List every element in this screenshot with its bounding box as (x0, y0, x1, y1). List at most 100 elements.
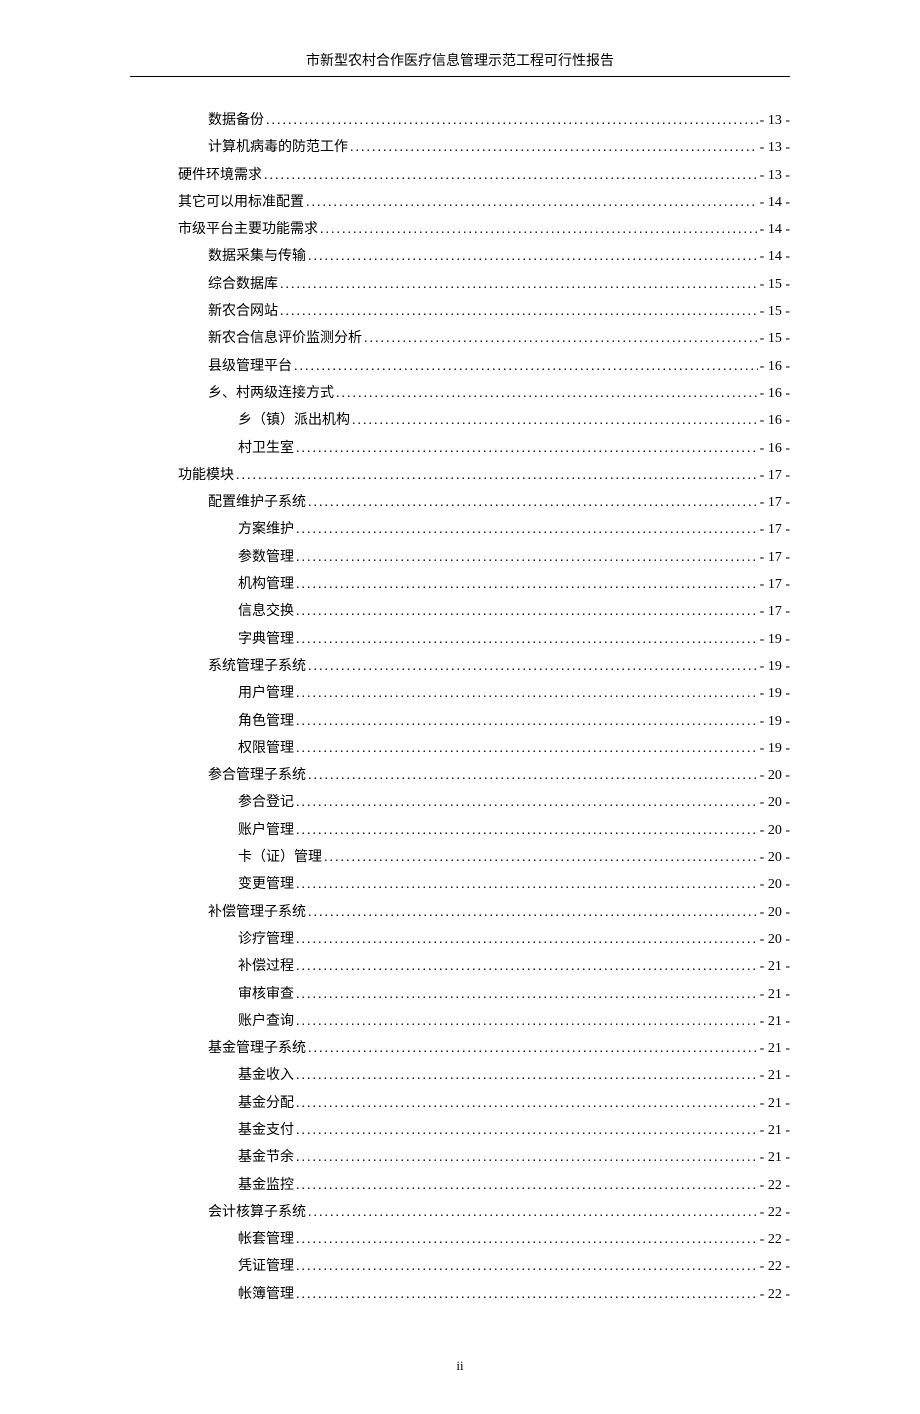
toc-leader-dots (296, 1226, 758, 1253)
toc-leader-dots (280, 298, 758, 325)
toc-row: 机构管理- 17 - (130, 571, 790, 598)
toc-row: 参合登记- 20 - (130, 789, 790, 816)
toc-row: 账户管理- 20 - (130, 817, 790, 844)
toc-label: 其它可以用标准配置 (178, 189, 304, 216)
toc-leader-dots (296, 1144, 758, 1171)
toc-row: 补偿过程- 21 - (130, 953, 790, 980)
toc-leader-dots (364, 325, 758, 352)
toc-leader-dots (266, 107, 758, 134)
toc-leader-dots (296, 516, 758, 543)
toc-page-number: - 22 - (760, 1253, 790, 1280)
toc-row: 市级平台主要功能需求- 14 - (130, 216, 790, 243)
toc-page-number: - 16 - (760, 353, 790, 380)
toc-page-number: - 15 - (760, 271, 790, 298)
toc-label: 乡（镇）派出机构 (238, 407, 350, 434)
toc-label: 参数管理 (238, 544, 294, 571)
toc-page-number: - 17 - (760, 598, 790, 625)
toc-row: 权限管理- 19 - (130, 735, 790, 762)
toc-page-number: - 13 - (760, 134, 790, 161)
toc-leader-dots (296, 871, 758, 898)
toc-page-number: - 13 - (760, 107, 790, 134)
toc-row: 基金管理子系统- 21 - (130, 1035, 790, 1062)
toc-label: 用户管理 (238, 680, 294, 707)
toc-label: 权限管理 (238, 735, 294, 762)
toc-leader-dots (352, 407, 758, 434)
toc-label: 乡、村两级连接方式 (208, 380, 334, 407)
toc-row: 新农合网站- 15 - (130, 298, 790, 325)
toc-label: 数据备份 (208, 107, 264, 134)
toc-page-number: - 20 - (760, 789, 790, 816)
toc-page-number: - 16 - (760, 435, 790, 462)
toc-row: 县级管理平台- 16 - (130, 353, 790, 380)
toc-label: 字典管理 (238, 626, 294, 653)
toc-label: 新农合网站 (208, 298, 278, 325)
toc-row: 数据采集与传输- 14 - (130, 243, 790, 270)
toc-page-number: - 22 - (760, 1199, 790, 1226)
toc-page-number: - 19 - (760, 680, 790, 707)
toc-label: 新农合信息评价监测分析 (208, 325, 362, 352)
toc-page-number: - 17 - (760, 516, 790, 543)
toc-page-number: - 21 - (760, 1117, 790, 1144)
toc-page-number: - 17 - (760, 489, 790, 516)
toc-page-number: - 22 - (760, 1281, 790, 1308)
toc-leader-dots (294, 353, 758, 380)
toc-leader-dots (296, 735, 758, 762)
toc-leader-dots (296, 789, 758, 816)
toc-row: 配置维护子系统- 17 - (130, 489, 790, 516)
toc-row: 基金节余- 21 - (130, 1144, 790, 1171)
toc-page-number: - 21 - (760, 981, 790, 1008)
toc-leader-dots (296, 1253, 758, 1280)
toc-label: 基金分配 (238, 1090, 294, 1117)
toc-leader-dots (296, 708, 758, 735)
toc-page-number: - 15 - (760, 325, 790, 352)
toc-leader-dots (308, 243, 758, 270)
toc-label: 基金收入 (238, 1062, 294, 1089)
toc-row: 综合数据库 - 15 - (130, 271, 790, 298)
toc-row: 凭证管理- 22 - (130, 1253, 790, 1280)
toc-row: 审核审查- 21 - (130, 981, 790, 1008)
toc-row: 账户查询 - 21 - (130, 1008, 790, 1035)
toc-label: 方案维护 (238, 516, 294, 543)
toc-page-number: - 21 - (760, 1035, 790, 1062)
toc-label: 机构管理 (238, 571, 294, 598)
toc-label: 系统管理子系统 (208, 653, 306, 680)
toc-row: 基金支付- 21 - (130, 1117, 790, 1144)
toc-label: 信息交换 (238, 598, 294, 625)
toc-label: 账户查询 (238, 1008, 294, 1035)
toc-row: 诊疗管理 - 20 - (130, 926, 790, 953)
toc-leader-dots (296, 1281, 758, 1308)
toc-leader-dots (296, 926, 758, 953)
toc-row: 补偿管理子系统- 20 - (130, 899, 790, 926)
toc-label: 村卫生室 (238, 435, 294, 462)
toc-page-number: - 21 - (760, 1008, 790, 1035)
toc-page-number: - 17 - (760, 462, 790, 489)
toc-row: 计算机病毒的防范工作- 13 - (130, 134, 790, 161)
toc-label: 补偿过程 (238, 953, 294, 980)
toc-row: 信息交换 - 17 - (130, 598, 790, 625)
toc-leader-dots (296, 626, 758, 653)
toc-page-number: - 22 - (760, 1172, 790, 1199)
toc-row: 方案维护 - 17 - (130, 516, 790, 543)
toc-label: 诊疗管理 (238, 926, 294, 953)
toc-label: 功能模块 (178, 462, 234, 489)
toc-leader-dots (320, 216, 758, 243)
toc-label: 帐簿管理 (238, 1281, 294, 1308)
toc-row: 字典管理 - 19 - (130, 626, 790, 653)
toc-leader-dots (296, 680, 758, 707)
toc-label: 卡（证）管理 (238, 844, 322, 871)
toc-page-number: - 20 - (760, 899, 790, 926)
toc-page-number: - 19 - (760, 626, 790, 653)
toc-row: 参合管理子系统- 20 - (130, 762, 790, 789)
toc-label: 综合数据库 (208, 271, 278, 298)
toc-row: 功能模块 - 17 - (130, 462, 790, 489)
toc-leader-dots (308, 762, 758, 789)
toc-leader-dots (308, 653, 758, 680)
toc-label: 硬件环境需求 (178, 162, 262, 189)
toc-leader-dots (306, 189, 758, 216)
toc-leader-dots (296, 1062, 758, 1089)
toc-leader-dots (236, 462, 758, 489)
toc-label: 市级平台主要功能需求 (178, 216, 318, 243)
toc-page-number: - 20 - (760, 926, 790, 953)
toc-page-number: - 17 - (760, 544, 790, 571)
toc-row: 卡（证）管理- 20 - (130, 844, 790, 871)
